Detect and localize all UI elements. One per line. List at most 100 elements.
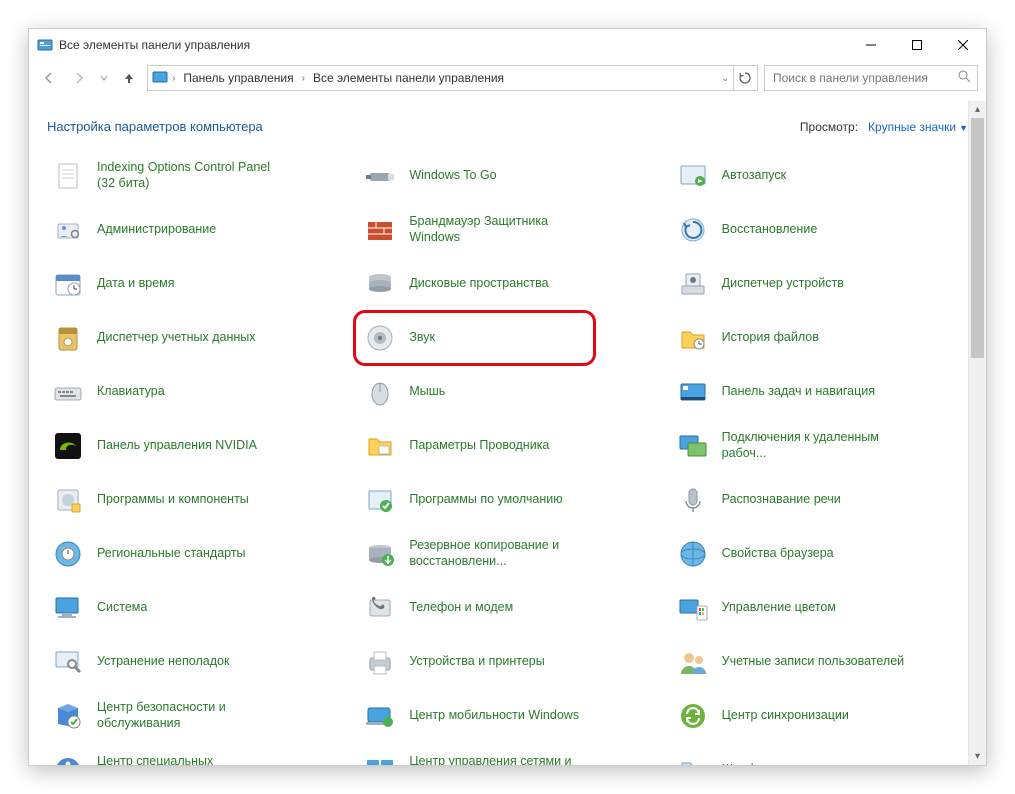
cp-item-label: Администрирование — [97, 222, 216, 238]
cp-item-label: Windows To Go — [409, 168, 496, 184]
cp-item-network[interactable]: Центр управления сетями и общим доступом — [363, 750, 655, 765]
refresh-button[interactable] — [733, 65, 758, 91]
security-icon — [51, 699, 85, 733]
cp-item-label: Звук — [409, 330, 435, 346]
cp-item-label: Центр мобильности Windows — [409, 708, 579, 724]
cp-item-taskbar[interactable]: Панель задач и навигация — [676, 372, 968, 412]
cp-item-security[interactable]: Центр безопасности и обслуживания — [51, 696, 343, 736]
phone-icon — [363, 591, 397, 625]
cp-item-recovery[interactable]: Восстановление — [676, 210, 968, 250]
cp-item-label: История файлов — [722, 330, 819, 346]
search-box[interactable] — [764, 65, 978, 91]
cp-item-label: Дата и время — [97, 276, 175, 292]
cp-item-fonts[interactable]: AШрифты — [676, 750, 968, 765]
cp-item-phone[interactable]: Телефон и модем — [363, 588, 655, 628]
scroll-thumb[interactable] — [971, 118, 984, 358]
cp-item-label: Брандмауэр Защитника Windows — [409, 214, 594, 245]
document-icon — [51, 159, 85, 193]
cp-item-programs[interactable]: Программы и компоненты — [51, 480, 343, 520]
up-button[interactable] — [117, 66, 141, 90]
cp-item-mouse[interactable]: Мышь — [363, 372, 655, 412]
cp-item-admin[interactable]: Администрирование — [51, 210, 343, 250]
cp-item-devmgr[interactable]: Диспетчер устройств — [676, 264, 968, 304]
admin-icon — [51, 213, 85, 247]
cp-item-document[interactable]: Indexing Options Control Panel (32 бита) — [51, 156, 343, 196]
cp-item-storage[interactable]: Дисковые пространства — [363, 264, 655, 304]
datetime-icon — [51, 267, 85, 301]
cp-item-keyboard[interactable]: Клавиатура — [51, 372, 343, 412]
cp-item-region[interactable]: Региональные стандарты — [51, 534, 343, 574]
cp-item-label: Дисковые пространства — [409, 276, 548, 292]
cp-item-label: Региональные стандарты — [97, 546, 246, 562]
maximize-button[interactable] — [894, 29, 940, 61]
scrollbar[interactable]: ▴ ▾ — [968, 101, 986, 765]
cp-item-label: Диспетчер учетных данных — [97, 330, 256, 346]
cp-item-label: Подключения к удаленным рабоч... — [722, 430, 907, 461]
cp-item-autoplay[interactable]: Автозапуск — [676, 156, 968, 196]
minimize-button[interactable] — [848, 29, 894, 61]
view-by-label: Просмотр: — [800, 120, 858, 134]
cp-item-filehist[interactable]: История файлов — [676, 318, 968, 358]
chevron-down-icon[interactable]: ⌄ — [721, 73, 729, 84]
defprog-icon — [363, 483, 397, 517]
cp-item-ease[interactable]: Центр специальных возможностей — [51, 750, 343, 765]
devmgr-icon — [676, 267, 710, 301]
cp-item-printers[interactable]: Устройства и принтеры — [363, 642, 655, 682]
cp-item-remote[interactable]: Подключения к удаленным рабоч... — [676, 426, 968, 466]
region-icon — [51, 537, 85, 571]
close-button[interactable] — [940, 29, 986, 61]
network-icon — [363, 753, 397, 765]
fonts-icon: A — [676, 753, 710, 765]
items-grid: Indexing Options Control Panel (32 бита)… — [47, 156, 968, 765]
cp-item-sync[interactable]: Центр синхронизации — [676, 696, 968, 736]
cp-item-backup[interactable]: Резервное копирование и восстановлени... — [363, 534, 655, 574]
chevron-right-icon[interactable]: › — [302, 73, 305, 84]
breadcrumb-current[interactable]: Все элементы панели управления — [309, 69, 508, 87]
view-by-dropdown[interactable]: Крупные значки▼ — [868, 120, 968, 134]
sound-icon — [363, 321, 397, 355]
cp-item-users[interactable]: Учетные записи пользователей — [676, 642, 968, 682]
page-heading: Настройка параметров компьютера — [47, 119, 263, 134]
breadcrumb-root[interactable]: Панель управления — [179, 69, 297, 87]
cp-item-credmgr[interactable]: Диспетчер учетных данных — [51, 318, 343, 358]
navbar: › Панель управления › Все элементы панел… — [29, 61, 986, 101]
remote-icon — [676, 429, 710, 463]
cp-item-label: Диспетчер устройств — [722, 276, 844, 292]
cp-item-label: Центр синхронизации — [722, 708, 849, 724]
explorer-icon — [363, 429, 397, 463]
cp-item-troubleshoot[interactable]: Устранение неполадок — [51, 642, 343, 682]
address-bar[interactable]: › Панель управления › Все элементы панел… — [147, 65, 734, 91]
cp-item-system[interactable]: Система — [51, 588, 343, 628]
recent-dropdown[interactable] — [97, 66, 111, 90]
cp-item-color[interactable]: Управление цветом — [676, 588, 968, 628]
search-input[interactable] — [771, 70, 952, 86]
scroll-down-button[interactable]: ▾ — [969, 748, 986, 765]
cp-item-firewall[interactable]: Брандмауэр Защитника Windows — [363, 210, 655, 250]
forward-button[interactable] — [67, 66, 91, 90]
printers-icon — [363, 645, 397, 679]
system-icon — [51, 591, 85, 625]
cp-item-label: Устройства и принтеры — [409, 654, 544, 670]
chevron-right-icon[interactable]: › — [172, 73, 175, 84]
cp-item-usb[interactable]: Windows To Go — [363, 156, 655, 196]
cp-item-inetopt[interactable]: Свойства браузера — [676, 534, 968, 574]
usb-icon — [363, 159, 397, 193]
back-button[interactable] — [37, 66, 61, 90]
cp-item-datetime[interactable]: Дата и время — [51, 264, 343, 304]
users-icon — [676, 645, 710, 679]
scroll-up-button[interactable]: ▴ — [969, 101, 986, 118]
cp-item-label: Центр специальных возможностей — [97, 754, 282, 765]
credmgr-icon — [51, 321, 85, 355]
troubleshoot-icon — [51, 645, 85, 679]
cp-item-defprog[interactable]: Программы по умолчанию — [363, 480, 655, 520]
cp-item-label: Учетные записи пользователей — [722, 654, 905, 670]
taskbar-icon — [676, 375, 710, 409]
cp-item-sound[interactable]: Звук — [363, 318, 655, 358]
cp-item-speech[interactable]: Распознавание речи — [676, 480, 968, 520]
cp-item-label: Панель управления NVIDIA — [97, 438, 257, 454]
filehist-icon — [676, 321, 710, 355]
cp-item-mobility[interactable]: Центр мобильности Windows — [363, 696, 655, 736]
cp-item-nvidia[interactable]: Панель управления NVIDIA — [51, 426, 343, 466]
cp-item-explorer[interactable]: Параметры Проводника — [363, 426, 655, 466]
view-by: Просмотр: Крупные значки▼ — [800, 120, 968, 134]
